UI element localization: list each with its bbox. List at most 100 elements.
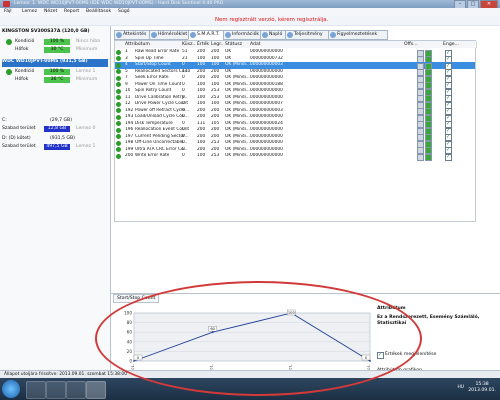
y-tick-label: 40 [127, 339, 133, 344]
ok-icon [116, 121, 121, 126]
offset-stepper[interactable] [417, 153, 437, 161]
free-space-label: Szabad terület [2, 126, 36, 131]
menu-view[interactable]: Nézet [44, 9, 57, 14]
ok-icon [116, 69, 121, 74]
offset-stepper[interactable] [417, 49, 437, 57]
column-header[interactable] [302, 41, 404, 48]
overview-icon [116, 32, 122, 38]
offset-stepper[interactable] [417, 101, 437, 109]
disk-1-header[interactable]: WDC WD10JPVT-00MS (931,5 GB) [2, 59, 108, 67]
clock[interactable]: 15:38 2013.09.01. [468, 382, 496, 394]
window-title: Lemez: 1. WDC WD10JPVT-00MS (IDE WDC WD1… [14, 1, 224, 6]
table-row[interactable]: 200 Write Error Rate 0 100 253 OK (Mindi... 00… [115, 153, 475, 161]
condition-label: Kondíció [15, 39, 35, 44]
column-header[interactable]: Enge... [442, 41, 477, 48]
column-header[interactable]: Küsz... [181, 41, 197, 48]
ok-icon [116, 140, 121, 146]
log-icon [262, 32, 268, 38]
taskbar-app-ie[interactable] [46, 381, 66, 399]
data-point [133, 360, 135, 362]
column-header[interactable]: Érték [196, 41, 211, 48]
table-cell: 100 [197, 153, 206, 158]
y-tick-label: 60 [127, 330, 133, 335]
volume-d-header[interactable]: D: (D) kötet) (931,5 GB) [2, 136, 108, 144]
offset-stepper[interactable] [417, 95, 437, 102]
ok-icon [116, 49, 121, 55]
column-header[interactable]: Offs... [403, 41, 443, 48]
offset-stepper[interactable] [417, 147, 437, 154]
disk-0-header[interactable]: KINGSTON SV300S37A (120,0 GB) [2, 29, 108, 37]
ok-icon [116, 127, 121, 133]
column-header[interactable]: Státusz [224, 41, 250, 48]
ok-icon [116, 95, 121, 100]
offset-stepper[interactable] [417, 134, 437, 141]
y-tick-label: 20 [127, 349, 133, 354]
tab-alerts[interactable]: Figyelmeztetések [328, 30, 388, 40]
column-header[interactable]: Adat [249, 41, 303, 48]
ok-icon [116, 62, 121, 68]
ok-icon [116, 108, 121, 113]
offset-stepper[interactable] [417, 140, 437, 148]
column-header[interactable]: Attribútum [124, 41, 182, 48]
smart-table: Attribútum Küsz... Érték Legr... Státusz… [114, 40, 477, 222]
data-label: 100 [288, 311, 296, 315]
minus-button[interactable] [417, 153, 424, 161]
taskbar-app-explorer[interactable] [26, 381, 46, 399]
menu-settings[interactable]: Beállítások [86, 9, 111, 14]
column-header[interactable]: Legr... [210, 41, 225, 48]
menu-report[interactable]: Report [64, 9, 79, 14]
offset-stepper[interactable] [417, 88, 437, 96]
taskbar-app-hds[interactable] [86, 381, 106, 399]
offset-stepper[interactable] [417, 108, 437, 115]
offset-stepper[interactable] [417, 69, 437, 76]
temp-note: Minimum [76, 77, 98, 82]
ok-icon [116, 101, 121, 107]
volume-c-header[interactable]: C: (29,7 GB) [2, 118, 108, 126]
offset-stepper[interactable] [417, 56, 437, 63]
plus-button[interactable] [425, 153, 432, 161]
plot-area [133, 312, 371, 362]
menu-disk[interactable]: Lemez [22, 9, 37, 14]
taskbar-app-media[interactable] [66, 381, 86, 399]
attribute-chart-tab[interactable]: Start/Stop Count [113, 294, 160, 303]
ok-icon [116, 134, 121, 139]
offset-stepper[interactable] [417, 62, 437, 70]
free-space-note: Lemez 1 [76, 144, 96, 149]
offset-stepper[interactable] [417, 121, 437, 128]
smart-icon [190, 32, 196, 38]
start-button[interactable] [2, 380, 20, 398]
ok-icon [6, 39, 12, 45]
attribute-title: Attribútum [377, 306, 406, 311]
y-tick-label: 100 [124, 311, 132, 316]
language-indicator[interactable]: HU [457, 385, 464, 390]
table-cell: OK (Mindi... [225, 153, 250, 158]
app-icon [3, 1, 10, 7]
ok-icon [116, 114, 121, 120]
y-tick-label: 80 [127, 320, 133, 325]
thermometer-icon [151, 32, 157, 38]
offset-stepper[interactable] [417, 127, 437, 135]
enable-checkbox[interactable] [445, 153, 452, 161]
temp-label: Hőfok [15, 47, 29, 52]
offset-stepper[interactable] [417, 114, 437, 122]
volume-size: (29,7 GB) [50, 118, 72, 123]
condition-label: Kondíció [15, 69, 35, 74]
alert-icon [330, 32, 336, 38]
data-point [211, 331, 214, 334]
ok-icon [116, 75, 121, 81]
title-bar: Lemez: 1. WDC WD10JPVT-00MS (IDE WDC WD1… [0, 0, 500, 9]
offset-stepper[interactable] [417, 82, 437, 89]
volume-d-free-row: Szabad terület 497,5 GB Lemez 1 [0, 144, 100, 151]
disk-0-temp-row: Hőfok 30 °C Minimum [6, 47, 106, 54]
volume-c-free-row: Szabad terület 12,8 GB Lemez 0 [0, 126, 100, 133]
menu-file[interactable]: Fájl [4, 9, 12, 14]
temp-value: 30 °C [44, 47, 70, 53]
free-space-value: 497,5 GB [44, 144, 70, 150]
menu-help[interactable]: Súgó [118, 9, 130, 14]
disk-list-pane: KINGSTON SV300S37A (120,0 GB) Kondíció 1… [0, 26, 111, 370]
taskbar: HU 15:38 2013.09.01. [0, 378, 500, 400]
show-values-checkbox[interactable]: ✓ [377, 352, 384, 359]
register-link[interactable]: Nem regisztrált verzió, kérem regisztrál… [215, 17, 328, 23]
offset-stepper[interactable] [417, 75, 437, 83]
y-tick-label: 0 [129, 359, 132, 364]
